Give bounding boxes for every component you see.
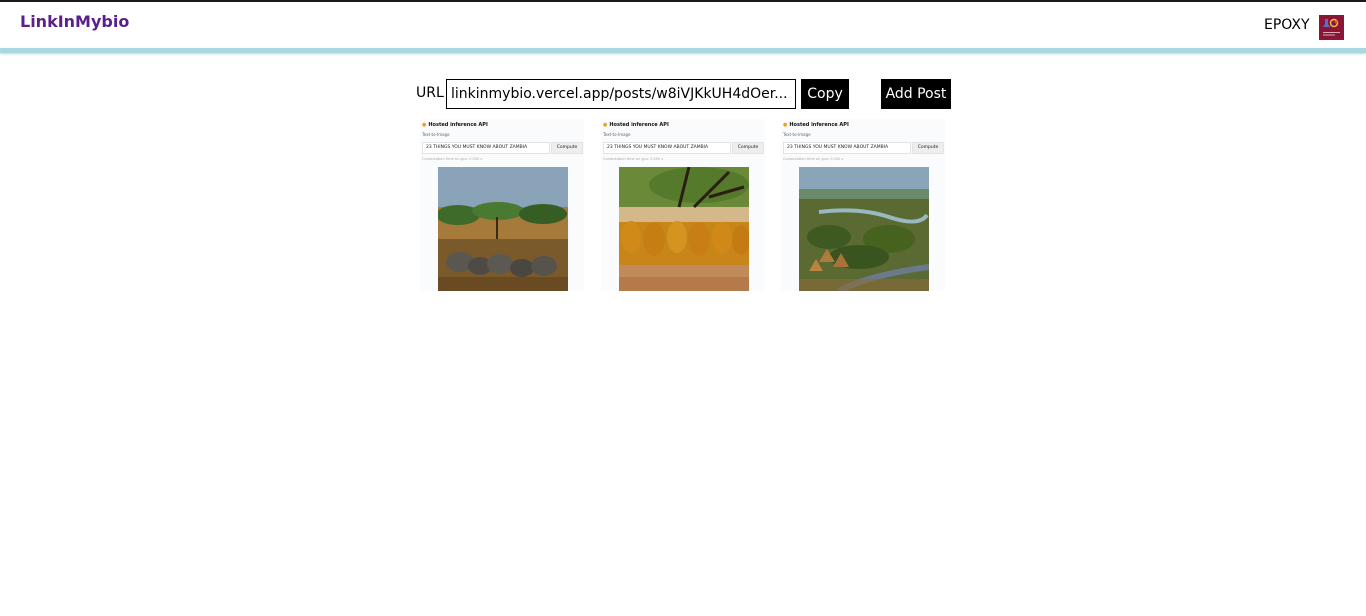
post-image-elephants-savanna xyxy=(438,167,568,291)
post-compute-button: Compute xyxy=(912,142,944,154)
status-dot-icon: ● xyxy=(783,122,788,128)
post-subtitle: Text-to-Image xyxy=(603,132,631,137)
post-prompt: 23 THINGS YOU MUST KNOW ABOUT ZAMBIA xyxy=(422,142,550,154)
post-meta: Computation time on gpu: 0.000 s xyxy=(783,157,844,161)
avatar-image xyxy=(1319,15,1344,40)
post-image-elephants-acacia xyxy=(619,167,749,291)
post-image-aerial-river xyxy=(799,167,929,291)
posts-grid: ● Hosted inference API Text-to-Image 23 T… xyxy=(420,119,950,291)
post-compute-button: Compute xyxy=(551,142,583,154)
post-card[interactable]: ● Hosted inference API Text-to-Image 23 T… xyxy=(420,119,584,291)
copy-button[interactable]: Copy xyxy=(801,79,849,109)
post-header: ● Hosted inference API xyxy=(603,122,669,128)
post-title: Hosted inference API xyxy=(609,122,669,128)
share-toolbar: URL linkinmybio.vercel.app/posts/w8iVJKk… xyxy=(416,79,956,109)
add-post-button[interactable]: Add Post xyxy=(881,79,951,109)
post-meta: Computation time on gpu: 0.000 s xyxy=(603,157,664,161)
post-subtitle: Text-to-Image xyxy=(783,132,811,137)
post-subtitle: Text-to-Image xyxy=(422,132,450,137)
post-meta: Computation time on gpu: 0.000 s xyxy=(422,157,483,161)
post-header: ● Hosted inference API xyxy=(422,122,488,128)
url-field[interactable]: linkinmybio.vercel.app/posts/w8iVJKkUH4d… xyxy=(446,79,796,109)
post-compute-button: Compute xyxy=(732,142,764,154)
post-card[interactable]: ● Hosted inference API Text-to-Image 23 T… xyxy=(601,119,765,291)
username-label: EPOXY xyxy=(1264,17,1310,33)
brand-logo[interactable]: LinkInMybio xyxy=(20,12,129,31)
header-divider xyxy=(0,48,1366,53)
post-header: ● Hosted inference API xyxy=(783,122,849,128)
url-label: URL xyxy=(416,85,444,101)
post-card[interactable]: ● Hosted inference API Text-to-Image 23 T… xyxy=(781,119,945,291)
post-title: Hosted inference API xyxy=(789,122,849,128)
post-title: Hosted inference API xyxy=(428,122,488,128)
post-prompt: 23 THINGS YOU MUST KNOW ABOUT ZAMBIA xyxy=(783,142,911,154)
avatar[interactable] xyxy=(1319,15,1344,40)
navbar: LinkInMybio EPOXY xyxy=(0,2,1366,48)
status-dot-icon: ● xyxy=(422,122,427,128)
post-prompt: 23 THINGS YOU MUST KNOW ABOUT ZAMBIA xyxy=(603,142,731,154)
status-dot-icon: ● xyxy=(603,122,608,128)
